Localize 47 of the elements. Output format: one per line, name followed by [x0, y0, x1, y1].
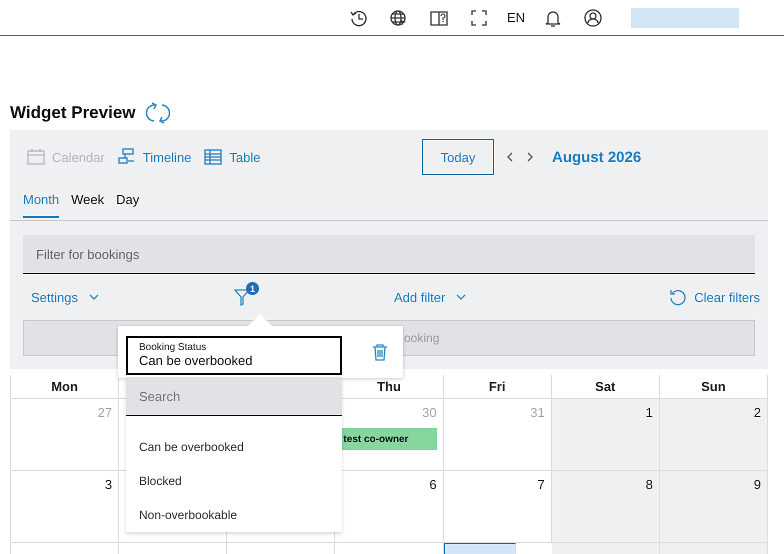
day-number: 7 — [537, 477, 545, 492]
today-button[interactable]: Today — [422, 139, 494, 175]
language-button[interactable]: EN — [506, 10, 525, 25]
day-number: 6 — [429, 477, 437, 492]
field-value: Can be overbooked — [139, 353, 254, 368]
calendar-cell[interactable]: 2 — [660, 399, 768, 471]
day-number: 2 — [754, 405, 761, 420]
fullscreen-icon[interactable] — [468, 8, 489, 28]
calendar-cell[interactable]: 1 — [552, 399, 660, 471]
view-mode-tab[interactable]: Timeline — [116, 147, 192, 167]
period-label: August 2026 — [552, 148, 642, 166]
count-badge: 1 — [246, 282, 259, 295]
reset-icon — [668, 288, 686, 306]
add-filter-dropdown[interactable]: Add filter — [394, 290, 468, 304]
day-number: 31 — [530, 405, 545, 420]
dropdown-search-field[interactable]: Search — [126, 377, 342, 416]
calendar-icon — [26, 147, 46, 167]
filter-icon[interactable] — [234, 288, 250, 306]
field-label: Booking Status — [139, 342, 208, 353]
day-number: 1 — [646, 405, 653, 420]
range-tab[interactable]: Month — [23, 184, 60, 218]
weekday-header: Sat — [595, 379, 616, 394]
clear-filters-button[interactable]: Clear filters — [668, 288, 760, 306]
calendar-cell[interactable]: 3 — [11, 471, 120, 543]
range-tab[interactable]: Day — [116, 184, 140, 218]
user-icon[interactable] — [583, 8, 603, 28]
calendar-cell[interactable]: 8 — [552, 471, 660, 543]
booking-bar-text: ooking — [404, 331, 440, 345]
range-tab[interactable]: Week — [71, 184, 104, 218]
day-number: 9 — [754, 477, 761, 492]
table-icon — [203, 147, 224, 167]
booking-status-field[interactable]: Booking Status Can be overbooked — [126, 336, 342, 374]
weekday-header: Fri — [488, 379, 506, 394]
day-number: 30 — [422, 405, 437, 420]
day-number: 27 — [98, 405, 112, 420]
day-number: 8 — [646, 477, 653, 492]
weekday-header: Mon — [51, 379, 78, 394]
refresh-icon[interactable] — [146, 101, 170, 125]
view-mode-tab[interactable]: Table — [203, 147, 260, 167]
trash-icon[interactable] — [372, 343, 388, 361]
filter-field[interactable]: Filter for bookings — [23, 235, 755, 274]
page-title: Widget Preview — [10, 103, 136, 123]
day-number: 3 — [104, 477, 112, 492]
weekday-header: Thu — [377, 379, 401, 394]
weekday-header: Sun — [701, 379, 726, 394]
settings-dropdown[interactable]: Settings — [31, 290, 100, 304]
calendar-cell[interactable]: 9 — [660, 471, 768, 543]
